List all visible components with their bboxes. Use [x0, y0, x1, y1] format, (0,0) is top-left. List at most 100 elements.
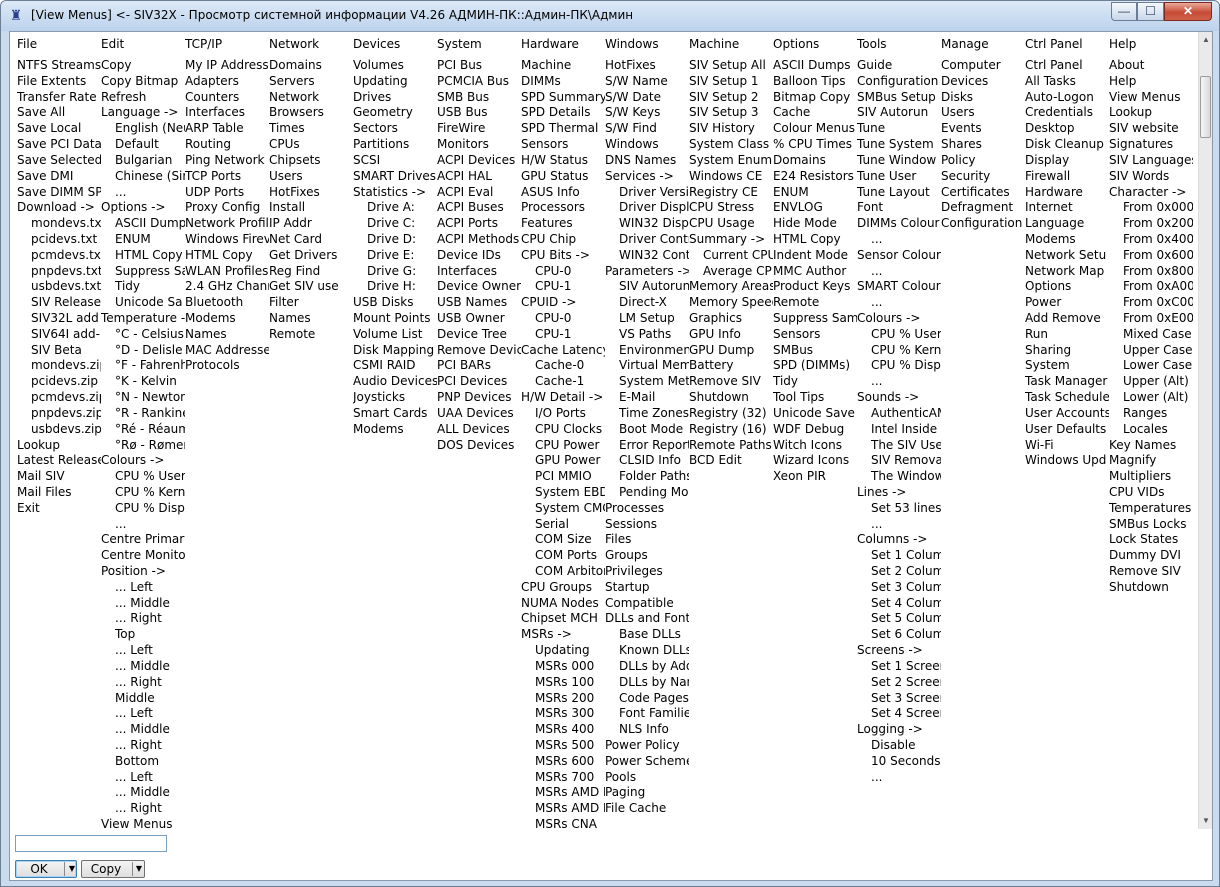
- menu-item[interactable]: Volumes: [353, 58, 437, 74]
- menu-item[interactable]: Chipsets: [269, 153, 339, 169]
- menu-item[interactable]: Parameters ->: [605, 264, 689, 280]
- submenu-item[interactable]: Suppress Sa: [101, 264, 185, 280]
- menu-item[interactable]: Network Profil: [185, 216, 269, 232]
- menu-item[interactable]: Tune System: [857, 137, 941, 153]
- menu-item[interactable]: Summary ->: [689, 232, 773, 248]
- menu-title[interactable]: Machine: [689, 36, 739, 52]
- menu-title[interactable]: System: [437, 36, 482, 52]
- menu-item[interactable]: Certificates: [941, 185, 1022, 201]
- submenu-item[interactable]: From 0x800: [1109, 264, 1193, 280]
- menu-item[interactable]: Disk Mapping: [353, 343, 437, 359]
- menu-item[interactable]: Drives: [353, 90, 437, 106]
- menu-item[interactable]: DNS Names: [605, 153, 689, 169]
- submenu-item[interactable]: COM Arbitor: [521, 564, 605, 580]
- menu-item[interactable]: MAC Addresses: [185, 343, 269, 359]
- vertical-scrollbar[interactable]: ▲ ▼: [1198, 32, 1212, 829]
- submenu-item[interactable]: Known DLLs: [605, 643, 689, 659]
- submenu-item[interactable]: SIV64I add-: [17, 327, 101, 343]
- submenu-item[interactable]: Code Pages: [605, 691, 689, 707]
- menu-title[interactable]: Options: [773, 36, 819, 52]
- submenu-item[interactable]: Upper Case: [1109, 343, 1193, 359]
- menu-item[interactable]: USB Owner: [437, 311, 521, 327]
- menu-item[interactable]: Display: [1025, 153, 1109, 169]
- submenu-item[interactable]: ENUM: [101, 232, 185, 248]
- submenu-item[interactable]: ...: [857, 232, 941, 248]
- menu-item[interactable]: Add Remove: [1025, 311, 1109, 327]
- menu-item[interactable]: Witch Icons: [773, 438, 857, 454]
- menu-item[interactable]: Net Card: [269, 232, 339, 248]
- menu-item[interactable]: Routing: [185, 137, 269, 153]
- menu-item[interactable]: Colours ->: [857, 311, 941, 327]
- submenu-item[interactable]: System Met: [605, 374, 689, 390]
- menu-item[interactable]: Remove SIV: [689, 374, 773, 390]
- submenu-item[interactable]: Time Zones: [605, 406, 689, 422]
- submenu-item[interactable]: Mixed Case: [1109, 327, 1193, 343]
- menu-item[interactable]: SPD Details: [521, 105, 605, 121]
- menu-title[interactable]: Windows: [605, 36, 659, 52]
- menu-item[interactable]: Features: [521, 216, 605, 232]
- menu-item[interactable]: Options ->: [101, 200, 185, 216]
- submenu-item[interactable]: CPU-0: [521, 311, 605, 327]
- menu-item[interactable]: Names: [269, 311, 339, 327]
- menu-item[interactable]: Audio Devices: [353, 374, 437, 390]
- menu-item[interactable]: Character ->: [1109, 185, 1193, 201]
- menu-title[interactable]: File: [17, 36, 37, 52]
- menu-item[interactable]: Firewall: [1025, 169, 1109, 185]
- maximize-button[interactable]: ☐: [1137, 2, 1164, 21]
- menu-title[interactable]: TCP/IP: [185, 36, 222, 52]
- menu-item[interactable]: Shares: [941, 137, 1022, 153]
- menu-item[interactable]: Modems: [1025, 232, 1109, 248]
- menu-item[interactable]: Disk Cleanup: [1025, 137, 1109, 153]
- menu-item[interactable]: Battery: [689, 358, 773, 374]
- menu-item[interactable]: Xeon PIR: [773, 469, 857, 485]
- submenu-item[interactable]: Set 4 Screens: [857, 706, 941, 722]
- submenu-item[interactable]: ...: [857, 517, 941, 533]
- submenu-item[interactable]: pcidevs.txt: [17, 232, 101, 248]
- submenu-item[interactable]: COM Ports: [521, 548, 605, 564]
- menu-item[interactable]: System: [1025, 358, 1109, 374]
- menu-item[interactable]: Ping Network: [185, 153, 269, 169]
- submenu-item[interactable]: °R - Rankine: [101, 406, 185, 422]
- menu-item[interactable]: Network Setu: [1025, 248, 1109, 264]
- menu-item[interactable]: Shutdown: [1109, 580, 1193, 596]
- submenu-item[interactable]: NLS Info: [605, 722, 689, 738]
- menu-item[interactable]: Monitors: [437, 137, 521, 153]
- menu-item[interactable]: Shutdown: [689, 390, 773, 406]
- submenu-item[interactable]: CPU-0: [521, 264, 605, 280]
- menu-item[interactable]: Lock States: [1109, 532, 1193, 548]
- submenu-item[interactable]: usbdevs.zip: [17, 422, 101, 438]
- menu-item[interactable]: Copy: [101, 58, 185, 74]
- submenu-item[interactable]: WIN32 Disp: [605, 216, 689, 232]
- menu-item[interactable]: Devices: [941, 74, 1022, 90]
- menu-item[interactable]: Bluetooth: [185, 295, 269, 311]
- menu-item[interactable]: ALL Devices: [437, 422, 521, 438]
- menu-item[interactable]: Guide: [857, 58, 941, 74]
- menu-item[interactable]: Configuration: [857, 74, 941, 90]
- submenu-item[interactable]: °K - Kelvin: [101, 374, 185, 390]
- menu-item[interactable]: CSMI RAID: [353, 358, 437, 374]
- submenu-item[interactable]: Drive G:: [353, 264, 437, 280]
- menu-item[interactable]: Compatible: [605, 596, 689, 612]
- menu-item[interactable]: Power: [1025, 295, 1109, 311]
- menu-item[interactable]: Bitmap Copy: [773, 90, 857, 106]
- menu-item[interactable]: My IP Address: [185, 58, 269, 74]
- submenu-item[interactable]: Set 1 Column: [857, 548, 941, 564]
- menu-item[interactable]: Language ->: [101, 105, 185, 121]
- menu-item[interactable]: NUMA Nodes: [521, 596, 605, 612]
- submenu-item[interactable]: ... Left: [101, 706, 185, 722]
- submenu-item[interactable]: Virtual Mem: [605, 358, 689, 374]
- menu-item[interactable]: Screens ->: [857, 643, 941, 659]
- menu-item[interactable]: Servers: [269, 74, 339, 90]
- menu-item[interactable]: Configuration: [941, 216, 1022, 232]
- menu-item[interactable]: Lookup: [17, 438, 101, 454]
- menu-item[interactable]: Adapters: [185, 74, 269, 90]
- menu-item[interactable]: Graphics: [689, 311, 773, 327]
- menu-item[interactable]: About: [1109, 58, 1193, 74]
- menu-item[interactable]: Memory Areas: [689, 279, 773, 295]
- menu-item[interactable]: Users: [941, 105, 1022, 121]
- submenu-item[interactable]: VS Paths: [605, 327, 689, 343]
- menu-item[interactable]: Indent Mode: [773, 248, 857, 264]
- menu-item[interactable]: Balloon Tips: [773, 74, 857, 90]
- ok-button[interactable]: OK ▼: [15, 860, 77, 878]
- menu-item[interactable]: MSRs ->: [521, 627, 605, 643]
